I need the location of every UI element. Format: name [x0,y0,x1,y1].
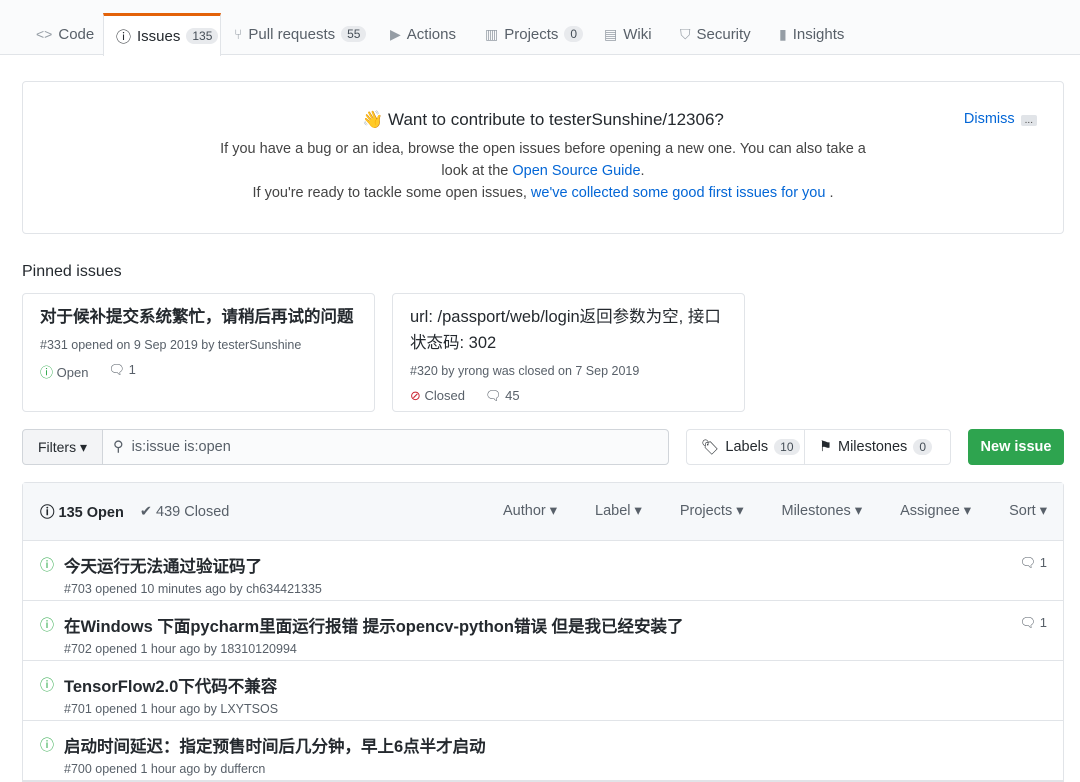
label-dropdown[interactable]: Label ▾ [595,503,642,519]
issue-open-icon: ⓘ [40,737,54,753]
tab-projects[interactable]: ▥ Projects 0 [473,13,595,55]
pinned-issue-title[interactable]: 对于候补提交系统繁忙，请稍后再试的问题 [40,304,357,330]
pinned-issue-card[interactable]: url: /passport/web/login返回参数为空, 接口状态码: 3… [392,293,745,412]
comments-link[interactable]: 🗨 1 [1020,615,1047,631]
issue-row: ⓘ TensorFlow2.0下代码不兼容 #701 opened 1 hour a… [23,661,1063,721]
code-icon: <> [36,26,53,42]
comment-icon: 🗨 [485,388,502,403]
more-button[interactable]: ... [1020,115,1037,126]
comment-icon: 🗨 [108,362,125,377]
milestones-button[interactable]: ⚑ Milestones 0 [804,429,951,465]
issues-count: 135 [186,28,219,44]
comments-link[interactable]: 🗨 1 [1020,555,1047,571]
milestones-dropdown[interactable]: Milestones ▾ [782,503,863,519]
issue-row: ⓘ 启动时间延迟：指定预售时间后几分钟，早上6点半才启动 #700 opened 1… [23,721,1063,781]
project-icon: ▥ [485,25,499,42]
search-input[interactable] [131,439,632,455]
play-icon: ▶ [390,25,401,42]
issue-list-header: ⓘ 135 Open ✔ 439 Closed Author ▾ Label ▾… [23,483,1063,541]
tab-wiki[interactable]: ▤ Wiki [592,13,664,55]
issue-row: ⓘ 今天运行无法通过验证码了 #703 opened 10 minutes ago … [23,541,1063,601]
milestone-icon: ⚑ [819,439,832,455]
check-icon: ✔ [139,503,152,520]
issue-open-icon: ⓘ [40,505,55,521]
labels-button[interactable]: 🏷 Labels 10 [686,429,805,465]
pinned-issue-title[interactable]: url: /passport/web/login返回参数为空, 接口状态码: 3… [410,304,727,356]
tab-security[interactable]: ⛉ Security [668,13,763,55]
issue-open-icon: ⓘ [40,677,54,693]
pull-request-icon: ⑂ [234,26,243,42]
tab-insights[interactable]: ▮ Insights [767,13,856,55]
issue-open-icon: ⓘ [40,365,54,380]
issue-title[interactable]: 今天运行无法通过验证码了 [64,553,1063,577]
projects-dropdown[interactable]: Projects ▾ [680,503,744,519]
book-icon: ▤ [604,25,618,42]
closed-filter[interactable]: ✔ 439 Closed [140,504,230,520]
open-state: ⓘ Open [40,365,89,380]
issue-open-icon: ⓘ [40,617,54,633]
open-source-guide-link[interactable]: Open Source Guide [512,163,640,179]
contribute-banner: 👋 Want to contribute to testerSunshine/1… [22,81,1064,234]
tab-actions[interactable]: ▶ Actions [378,13,468,55]
search-icon: ⚲ [113,439,124,455]
new-issue-button[interactable]: New issue [968,429,1064,465]
author-dropdown[interactable]: Author ▾ [503,503,557,519]
issue-open-icon: ⓘ [40,557,54,573]
sort-dropdown[interactable]: Sort ▾ [1009,503,1047,519]
repo-nav: <> Code ⓘ Issues 135 ⑂ Pull requests 55 ▶ Acti… [0,0,1080,56]
graph-icon: ▮ [779,25,787,42]
good-first-issues-link[interactable]: we've collected some good first issues f… [531,185,826,201]
issue-title[interactable]: TensorFlow2.0下代码不兼容 [64,673,1063,697]
issue-list: ⓘ 135 Open ✔ 439 Closed Author ▾ Label ▾… [22,482,1064,782]
tab-issues[interactable]: ⓘ Issues 135 [103,13,221,56]
tab-pull-requests[interactable]: ⑂ Pull requests 55 [222,13,378,55]
pinned-issues-heading: Pinned issues [22,263,122,280]
pinned-issue-card[interactable]: 对于候补提交系统繁忙，请稍后再试的问题 #331 opened on 9 Sep… [22,293,375,412]
issue-closed-icon: ⊘ [410,388,421,403]
assignee-dropdown[interactable]: Assignee ▾ [900,503,971,519]
open-filter[interactable]: ⓘ 135 Open [40,501,124,522]
issue-icon: ⓘ [116,28,132,46]
filters-dropdown[interactable]: Filters ▾ [22,429,103,465]
tag-icon: 🏷 [701,439,720,456]
issue-title[interactable]: 启动时间延迟：指定预售时间后几分钟，早上6点半才启动 [64,733,1063,757]
issue-search: ⚲ [102,429,669,465]
shield-icon: ⛉ [680,25,691,42]
issue-row: ⓘ 在Windows 下面pycharm里面运行报错 提示opencv-pytho… [23,601,1063,661]
wave-icon: 👋 [362,110,384,129]
tab-code[interactable]: <> Code [24,13,106,55]
dismiss-button[interactable]: Dismiss [964,111,1015,127]
banner-title: 👋 Want to contribute to testerSunshine/1… [362,110,724,129]
issue-title[interactable]: 在Windows 下面pycharm里面运行报错 提示opencv-python… [64,613,1063,637]
